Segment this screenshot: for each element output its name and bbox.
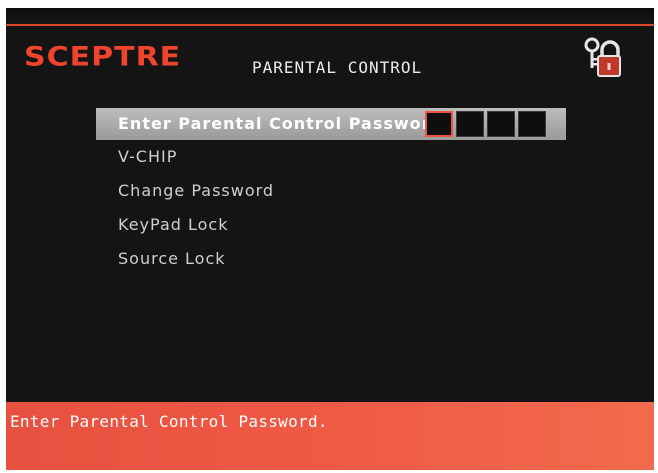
brand-logo: SCEPTRE [24,41,182,73]
menu-item-label: KeyPad Lock [118,215,229,234]
menu-item-label: Enter Parental Control Password [118,114,443,133]
password-entry[interactable] [425,111,546,137]
status-bar: Enter Parental Control Password. [6,402,654,470]
menu-item-source-lock[interactable]: Source Lock [96,242,566,276]
password-digit-box[interactable] [425,111,453,137]
password-digit-box[interactable] [456,111,484,137]
menu-item-v-chip[interactable]: V-CHIP [96,140,566,174]
password-digit-box[interactable] [487,111,515,137]
menu-item-keypad-lock[interactable]: KeyPad Lock [96,208,566,242]
menu-item-label: Source Lock [118,249,226,268]
top-border [6,8,654,26]
key-lock-icon [584,37,621,77]
tv-screen: SCEPTRE PARENTAL CONTROL Enter Parental … [6,8,654,470]
menu-item-label: V-CHIP [118,147,178,166]
password-digit-box[interactable] [518,111,546,137]
parental-control-menu: Enter Parental Control Password V-CHIP C… [96,108,566,276]
menu-item-enter-password[interactable]: Enter Parental Control Password [96,108,566,140]
menu-item-label: Change Password [118,181,275,200]
menu-item-change-password[interactable]: Change Password [96,174,566,208]
status-message: Enter Parental Control Password. [10,412,328,431]
page-title: PARENTAL CONTROL [252,58,423,77]
